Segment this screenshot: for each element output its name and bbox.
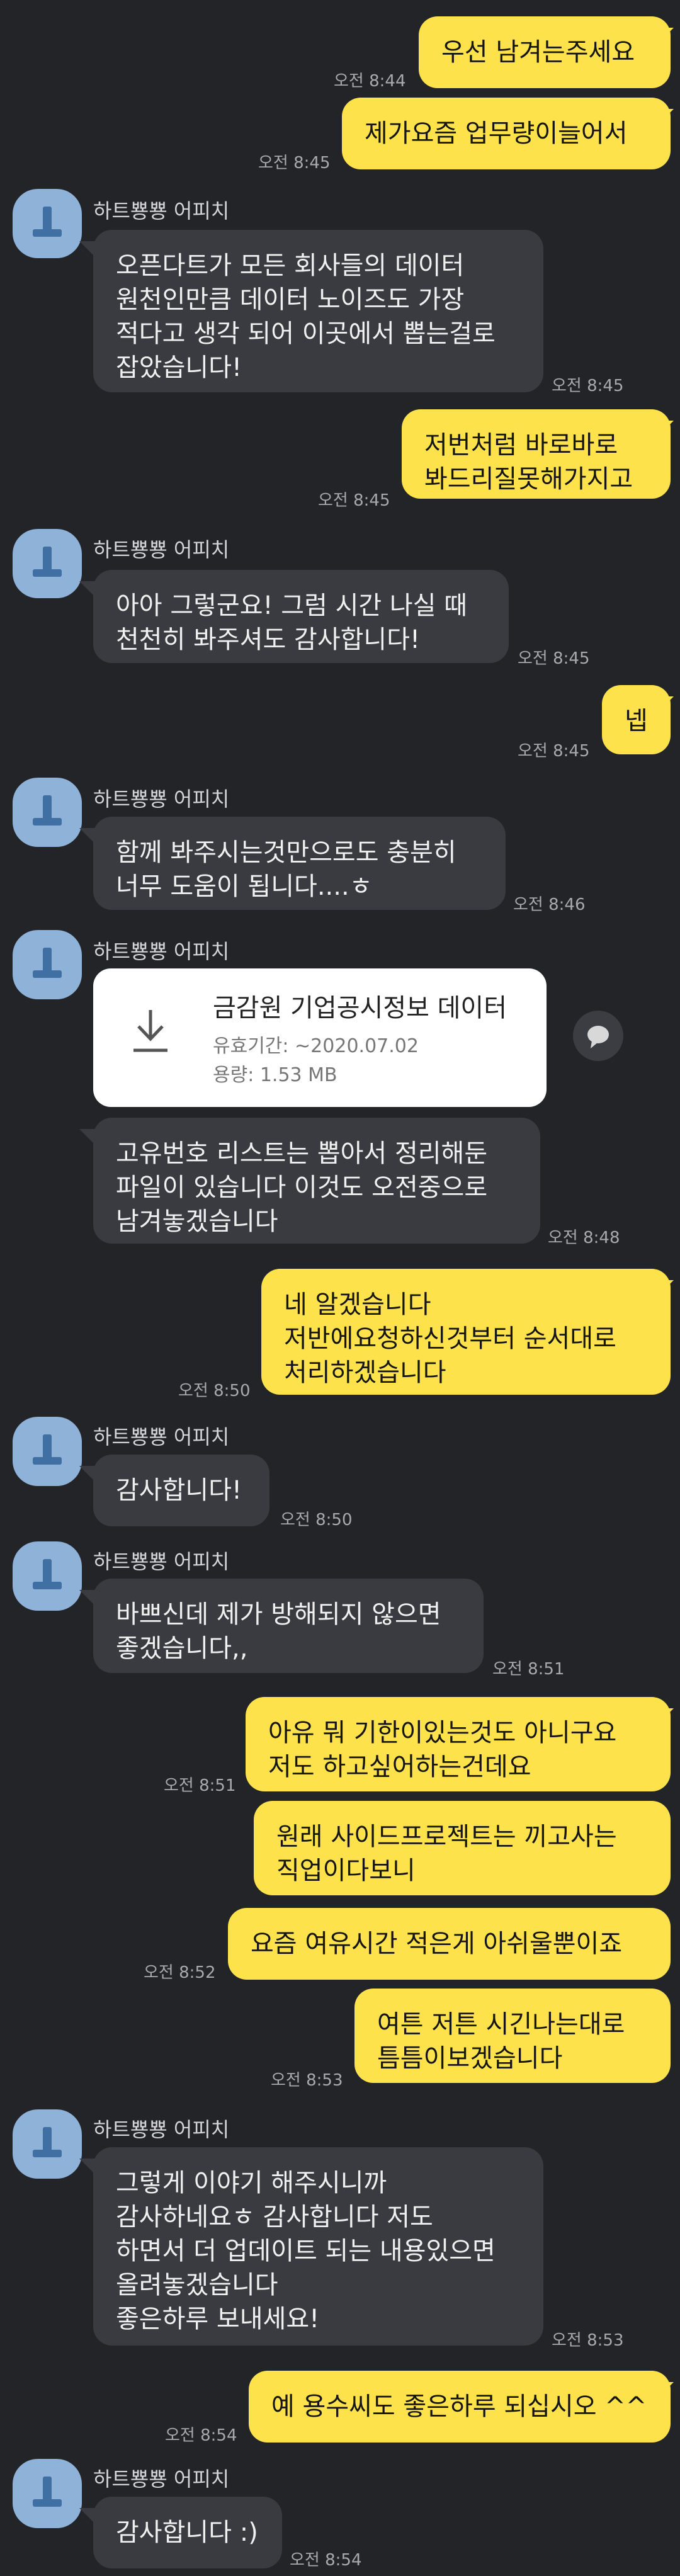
share-button[interactable] (573, 1011, 623, 1061)
bubble-tail (79, 2508, 96, 2524)
message-time: 오전 8:48 (548, 1228, 620, 1247)
message-time: 오전 8:54 (290, 2551, 362, 2570)
sender-avatar[interactable] (13, 1417, 82, 1486)
message-time: 오전 8:45 (518, 742, 590, 761)
bubble-tail (79, 1466, 96, 1482)
chat-share-icon (587, 1026, 609, 1048)
bubble-tail (657, 109, 674, 125)
message-time: 오전 8:45 (258, 154, 331, 173)
outgoing-message[interactable]: 요즘 여유시간 적은게 아쉬울뿐이죠 (228, 1908, 671, 1980)
sender-name: 하트뿅뿅 어피치 (93, 939, 230, 963)
profile-silhouette-icon (33, 547, 62, 577)
profile-silhouette-icon (33, 795, 62, 826)
bubble-tail (657, 1708, 674, 1725)
message-time: 오전 8:54 (165, 2426, 237, 2445)
sender-name: 하트뿅뿅 어피치 (93, 199, 230, 223)
profile-silhouette-icon (33, 1559, 62, 1589)
bubble-tail (657, 696, 674, 713)
sender-name: 하트뿅뿅 어피치 (93, 2467, 230, 2491)
profile-silhouette-icon (33, 207, 62, 237)
incoming-message[interactable]: 감사합니다 :) (93, 2497, 282, 2568)
profile-silhouette-icon (33, 2127, 62, 2157)
bubble-tail (657, 2382, 674, 2398)
incoming-message[interactable]: 아아 그렇군요! 그럼 시간 나실 때 천천히 봐주셔도 감사합니다! (93, 570, 509, 663)
bubble-tail (657, 421, 674, 437)
sender-name: 하트뿅뿅 어피치 (93, 1425, 230, 1449)
sender-name: 하트뿅뿅 어피치 (93, 787, 230, 811)
file-name: 금감원 기업공시정보 데이터 (213, 994, 507, 1023)
file-size: 용량: 1.53 MB (213, 1064, 337, 1086)
message-time: 오전 8:45 (518, 649, 590, 668)
message-time: 오전 8:51 (164, 1776, 236, 1795)
outgoing-message[interactable]: 저번처럼 바로바로 봐드리질못해가지고 (402, 409, 671, 499)
outgoing-message[interactable]: 넵 (602, 685, 671, 754)
file-attachment[interactable]: 금감원 기업공시정보 데이터 유효기간: ~2020.07.02 용량: 1.5… (93, 968, 547, 1107)
sender-avatar[interactable] (13, 930, 82, 999)
message-time: 오전 8:50 (178, 1382, 251, 1400)
outgoing-message[interactable]: 원래 사이드프로젝트는 끼고사는 직업이다보니 (254, 1801, 671, 1895)
sender-avatar[interactable] (13, 2459, 82, 2528)
profile-silhouette-icon (33, 948, 62, 978)
message-time: 오전 8:44 (334, 72, 406, 91)
file-expiry: 유효기간: ~2020.07.02 (213, 1035, 419, 1057)
bubble-tail (79, 581, 96, 598)
profile-silhouette-icon (33, 2477, 62, 2507)
incoming-message[interactable]: 바쁘신데 제가 방해되지 않으면 좋겠습니다,, (93, 1579, 484, 1673)
bubble-tail (79, 1129, 96, 1145)
incoming-message[interactable]: 오픈다트가 모든 회사들의 데이터 원천인만큼 데이터 노이즈도 가장 적다고 … (93, 230, 543, 392)
outgoing-message[interactable]: 여튼 저튼 시긴나는대로 틈틈이보겠습니다 (354, 1989, 671, 2083)
sender-avatar[interactable] (13, 2109, 82, 2179)
sender-avatar[interactable] (13, 1541, 82, 1611)
message-time: 오전 8:50 (280, 1511, 353, 1529)
message-time: 오전 8:53 (271, 2071, 343, 2090)
bubble-tail (79, 828, 96, 844)
profile-silhouette-icon (33, 1434, 62, 1465)
message-time: 오전 8:46 (513, 895, 586, 914)
message-time: 오전 8:52 (144, 1963, 216, 1982)
bubble-tail (79, 2159, 96, 2175)
sender-name: 하트뿅뿅 어피치 (93, 1550, 230, 1574)
message-time: 오전 8:53 (552, 2331, 624, 2350)
outgoing-message[interactable]: 아유 뭐 기한이있는것도 아니구요 저도 하고싶어하는건데요 (246, 1697, 671, 1791)
outgoing-message[interactable]: 제가요즘 업무량이늘어서 (342, 98, 671, 169)
message-time: 오전 8:51 (492, 1660, 565, 1679)
sender-name: 하트뿅뿅 어피치 (93, 2118, 230, 2142)
sender-avatar[interactable] (13, 778, 82, 847)
sender-avatar[interactable] (13, 529, 82, 598)
sender-avatar[interactable] (13, 189, 82, 258)
outgoing-message[interactable]: 우선 남겨는주세요 (419, 16, 671, 88)
bubble-tail (79, 241, 96, 258)
message-time: 오전 8:45 (552, 377, 624, 395)
outgoing-message[interactable]: 네 알겠습니다 저반에요청하신것부터 순서대로 처리하겠습니다 (261, 1269, 671, 1395)
incoming-message[interactable]: 고유번호 리스트는 뽑아서 정리해둔 파일이 있습니다 이것도 오전중으로 남겨… (93, 1118, 540, 1244)
incoming-message[interactable]: 함께 봐주시는것만으로도 충분히 너무 도움이 됩니다....ㅎ (93, 817, 506, 910)
outgoing-message[interactable]: 예 용수씨도 좋은하루 되십시오 ^^ (249, 2371, 671, 2443)
bubble-tail (657, 1280, 674, 1297)
message-time: 오전 8:45 (318, 491, 390, 510)
sender-name: 하트뿅뿅 어피치 (93, 538, 230, 562)
chat-thread: 우선 남겨는주세요 오전 8:44 제가요즘 업무량이늘어서 오전 8:45 하… (0, 0, 680, 2576)
incoming-message[interactable]: 그렇게 이야기 해주시니까 감사하네요ㅎ 감사합니다 저도 하면서 더 업데이트… (93, 2147, 543, 2346)
bubble-tail (79, 1590, 96, 1606)
bubble-tail (657, 28, 674, 44)
incoming-message[interactable]: 감사합니다! (93, 1455, 269, 1526)
download-icon[interactable] (128, 1006, 173, 1057)
